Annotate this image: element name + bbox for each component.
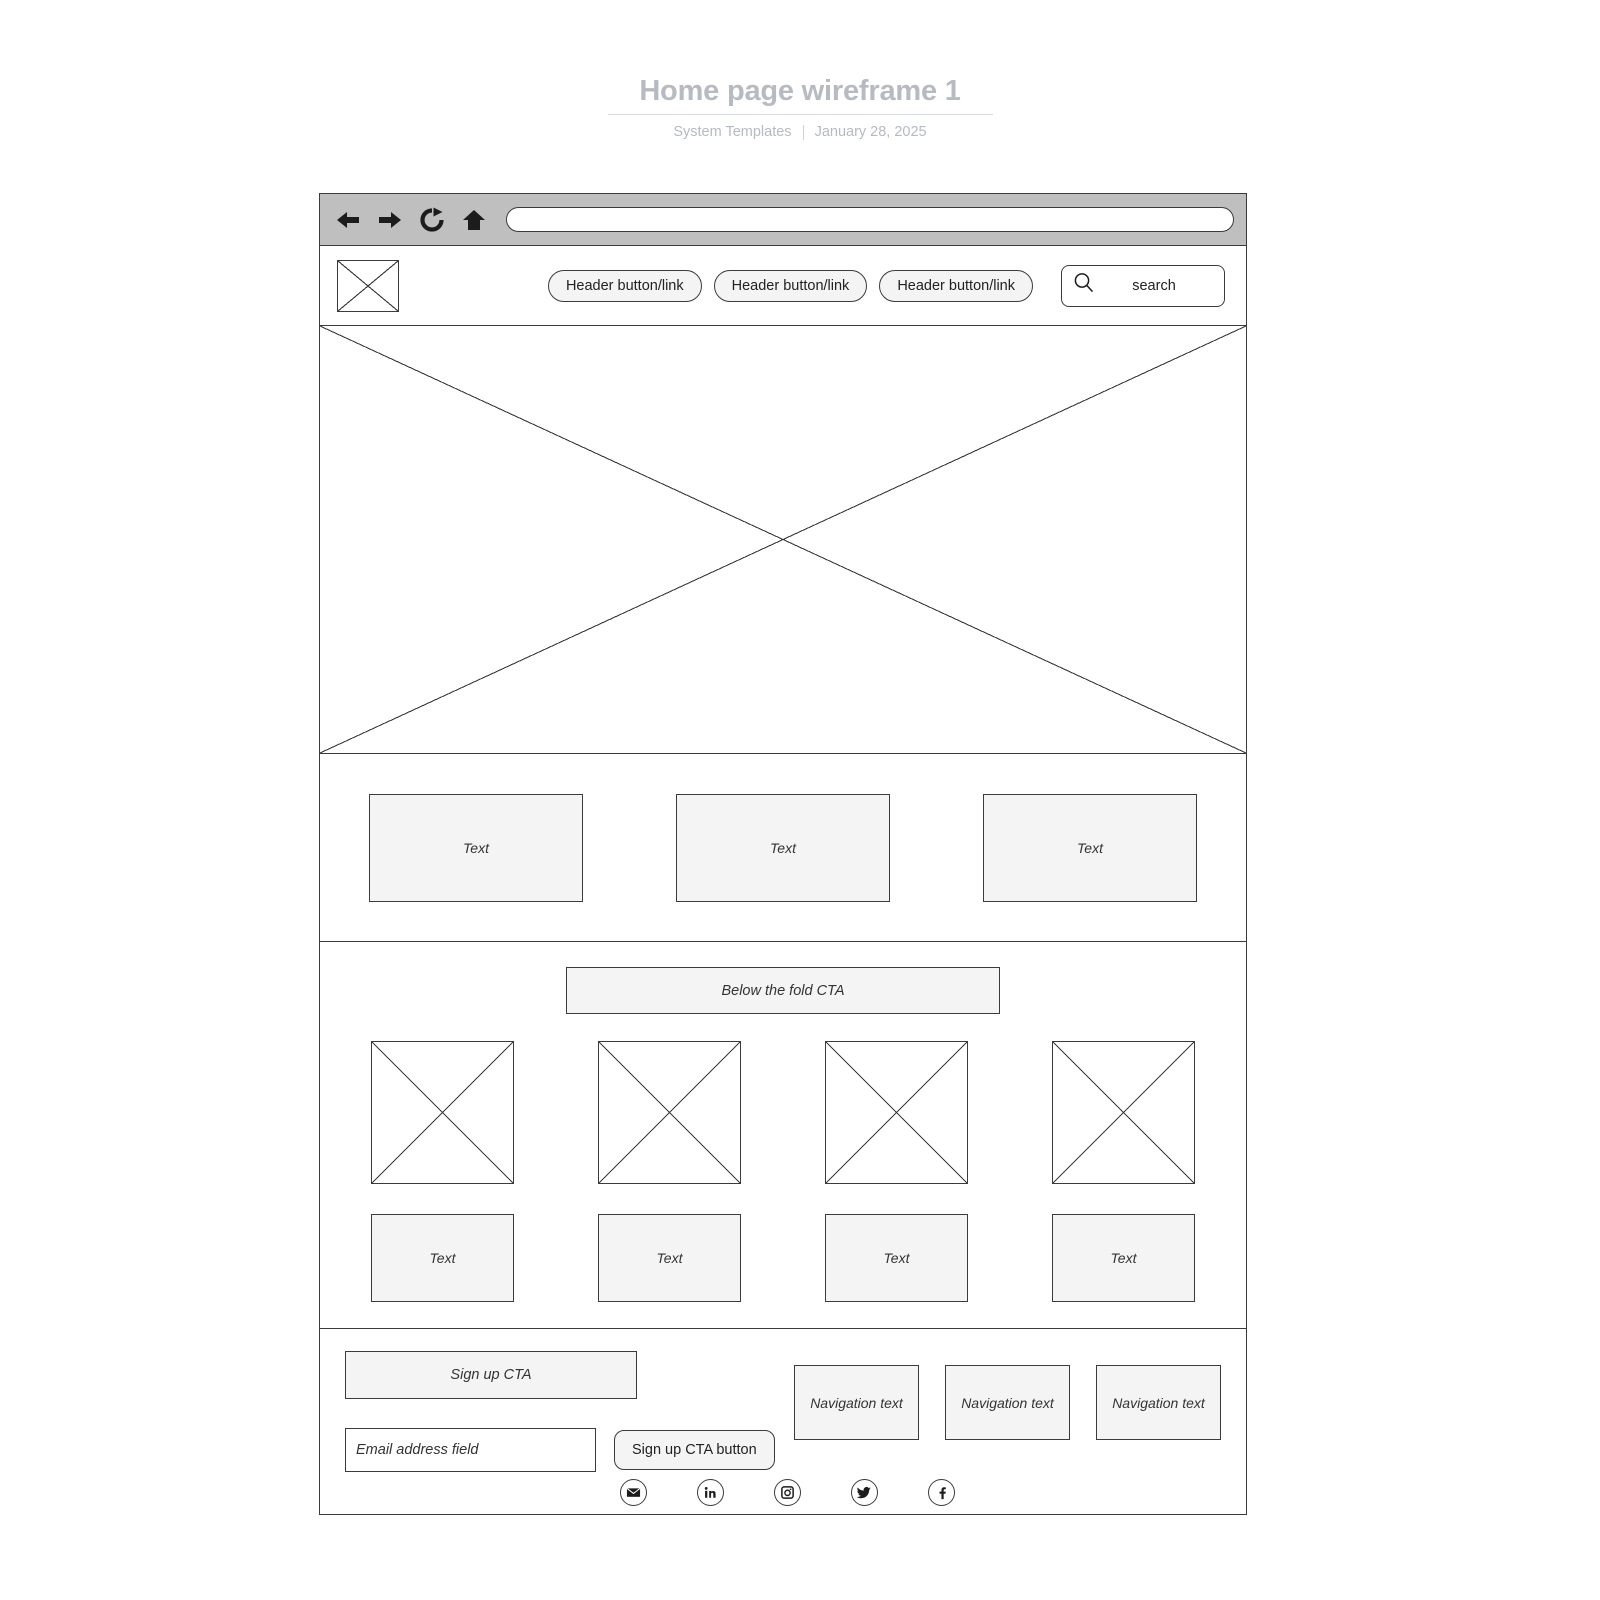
document-date: January 28, 2025 — [814, 124, 927, 140]
below-fold-cta[interactable]: Below the fold CTA — [566, 967, 1000, 1014]
site-header: Header button/link Header button/link He… — [320, 246, 1246, 326]
title-underline — [607, 114, 993, 115]
footer-nav-tile-2[interactable]: Navigation text — [945, 1365, 1070, 1440]
header-button-2[interactable]: Header button/link — [713, 269, 868, 302]
card-3: Text — [825, 1041, 968, 1302]
arrow-right-icon[interactable] — [376, 206, 404, 234]
linkedin-icon[interactable] — [696, 1479, 724, 1506]
header-button-3[interactable]: Header button/link — [879, 269, 1033, 302]
home-icon[interactable] — [460, 206, 488, 234]
header-button-1[interactable]: Header button/link — [547, 269, 702, 302]
search-label: search — [1132, 277, 1176, 294]
footer-nav-tile-1[interactable]: Navigation text — [794, 1365, 919, 1440]
header-nav: Header button/link Header button/link He… — [547, 264, 1225, 307]
feature-tile-1[interactable]: Text — [369, 793, 583, 902]
facebook-icon[interactable] — [927, 1479, 955, 1506]
card-1: Text — [371, 1041, 514, 1302]
email-field[interactable]: Email address field — [345, 1428, 596, 1472]
document-author: System Templates — [673, 124, 792, 140]
cta-section: Below the fold CTA Text Text Text Text — [320, 942, 1246, 1329]
document-heading: Home page wireframe 1 System Templates J… — [0, 72, 1600, 140]
social-links — [320, 1479, 1246, 1506]
logo-placeholder[interactable] — [337, 259, 399, 312]
card-4: Text — [1052, 1041, 1195, 1302]
reload-icon[interactable] — [418, 206, 446, 234]
signup-cta-banner[interactable]: Sign up CTA — [345, 1351, 637, 1399]
feature-tile-3[interactable]: Text — [983, 793, 1197, 902]
footer-signup-group: Sign up CTA Email address field Sign up … — [345, 1351, 775, 1472]
email-icon[interactable] — [619, 1479, 647, 1506]
search-icon — [1072, 271, 1096, 300]
site-footer: Sign up CTA Email address field Sign up … — [320, 1329, 1246, 1519]
twitter-icon[interactable] — [850, 1479, 878, 1506]
signup-cta-button[interactable]: Sign up CTA button — [614, 1430, 775, 1470]
card-text-2[interactable]: Text — [598, 1214, 741, 1302]
card-image-placeholder-2[interactable] — [598, 1041, 741, 1184]
card-image-placeholder-3[interactable] — [825, 1041, 968, 1184]
footer-nav-tile-3[interactable]: Navigation text — [1096, 1365, 1221, 1440]
page-title: Home page wireframe 1 — [639, 75, 961, 107]
search-input[interactable]: search — [1061, 264, 1225, 307]
card-grid: Text Text Text Text — [320, 1041, 1246, 1302]
card-image-placeholder-1[interactable] — [371, 1041, 514, 1184]
arrow-left-icon[interactable] — [334, 206, 362, 234]
feature-row: Text Text Text — [320, 754, 1246, 942]
feature-tile-2[interactable]: Text — [676, 793, 890, 902]
browser-toolbar — [320, 194, 1246, 246]
card-image-placeholder-4[interactable] — [1052, 1041, 1195, 1184]
signup-form-row: Email address field Sign up CTA button — [345, 1428, 775, 1472]
browser-window-mockup: Header button/link Header button/link He… — [319, 193, 1247, 1515]
card-text-4[interactable]: Text — [1052, 1214, 1195, 1302]
hero-image-placeholder[interactable] — [320, 326, 1246, 754]
footer-nav: Navigation text Navigation text Navigati… — [794, 1365, 1221, 1440]
card-text-1[interactable]: Text — [371, 1214, 514, 1302]
document-subtitle: System Templates January 28, 2025 — [0, 124, 1600, 140]
instagram-icon[interactable] — [773, 1479, 801, 1506]
card-2: Text — [598, 1041, 741, 1302]
url-input[interactable] — [506, 207, 1234, 232]
subtitle-divider — [802, 124, 804, 140]
card-text-3[interactable]: Text — [825, 1214, 968, 1302]
